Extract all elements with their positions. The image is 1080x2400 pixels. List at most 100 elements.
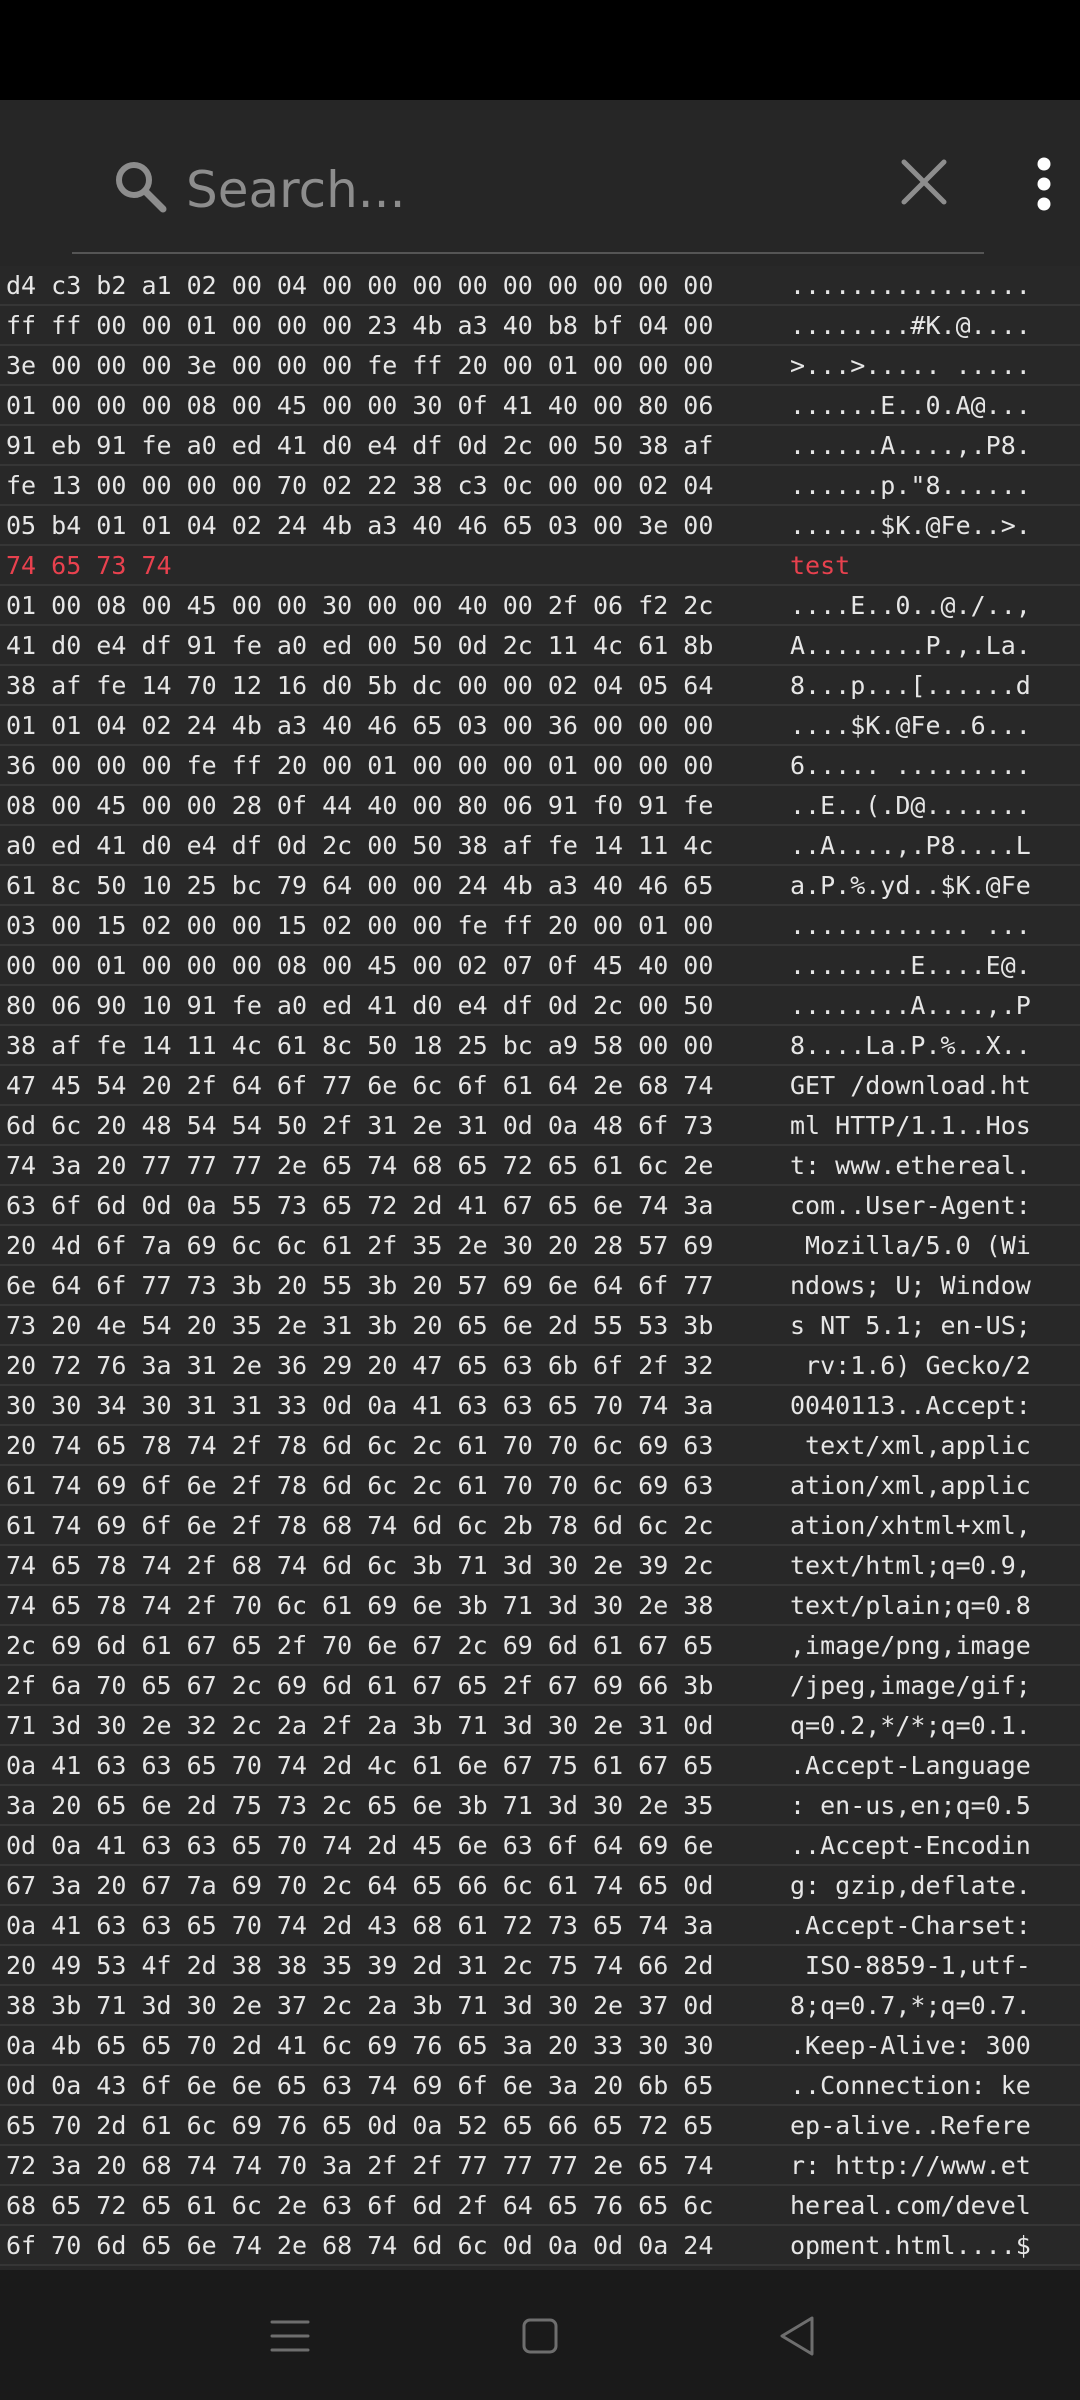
hex-row[interactable]: 08 00 45 00 00 28 0f 44 40 00 80 06 91 f… (0, 786, 1080, 826)
hex-row[interactable]: 72 3a 20 68 74 74 70 3a 2f 2f 77 77 77 2… (0, 2146, 1080, 2186)
hex-row[interactable]: 80 06 90 10 91 fe a0 ed 41 d0 e4 df 0d 2… (0, 986, 1080, 1026)
hex-row[interactable]: 20 72 76 3a 31 2e 36 29 20 47 65 63 6b 6… (0, 1346, 1080, 1386)
hex-bytes: 6f 70 6d 65 6e 74 2e 68 74 6d 6c 0d 0a 0… (6, 2231, 714, 2260)
hex-row[interactable]: 71 3d 30 2e 32 2c 2a 2f 2a 3b 71 3d 30 2… (0, 1706, 1080, 1746)
close-icon[interactable] (898, 156, 950, 208)
hex-row[interactable]: 63 6f 6d 0d 0a 55 73 65 72 2d 41 67 65 6… (0, 1186, 1080, 1226)
hex-bytes: 67 3a 20 67 7a 69 70 2c 64 65 66 6c 61 7… (6, 1871, 714, 1900)
hex-bytes: 0d 0a 41 63 63 65 70 74 2d 45 6e 63 6f 6… (6, 1831, 714, 1860)
hex-row[interactable]: 00 00 01 00 00 00 08 00 45 00 02 07 0f 4… (0, 946, 1080, 986)
ascii-text: ....$K.@Fe..6... (790, 711, 1031, 740)
hex-row[interactable]: 67 3a 20 67 7a 69 70 2c 64 65 66 6c 61 7… (0, 1866, 1080, 1906)
ascii-text: ndows; U; Window (790, 1271, 1031, 1300)
ascii-text: ..Connection: ke (790, 2071, 1031, 2100)
hex-bytes: 01 01 04 02 24 4b a3 40 46 65 03 00 36 0… (6, 711, 714, 740)
search-input[interactable] (186, 150, 866, 230)
hex-row[interactable]: 91 eb 91 fe a0 ed 41 d0 e4 df 0d 2c 00 5… (0, 426, 1080, 466)
hex-row[interactable]: 20 4d 6f 7a 69 6c 6c 61 2f 35 2e 30 20 2… (0, 1226, 1080, 1266)
hex-row[interactable]: 73 20 4e 54 20 35 2e 31 3b 20 65 6e 2d 5… (0, 1306, 1080, 1346)
hex-row[interactable]: 20 49 53 4f 2d 38 38 35 39 2d 31 2c 75 7… (0, 1946, 1080, 1986)
ascii-text: 8;q=0.7,*;q=0.7. (790, 1991, 1031, 2020)
hex-row[interactable]: 74 65 78 74 2f 68 74 6d 6c 3b 71 3d 30 2… (0, 1546, 1080, 1586)
hex-row[interactable]: 3a 20 65 6e 2d 75 73 2c 65 6e 3b 71 3d 3… (0, 1786, 1080, 1826)
search-match-row[interactable]: 74 65 73 74 test (0, 546, 1080, 586)
ascii-text: 0040113..Accept: (790, 1391, 1031, 1420)
ascii-text: >...>..... ..... (790, 351, 1031, 380)
hex-bytes: 41 d0 e4 df 91 fe a0 ed 00 50 0d 2c 11 4… (6, 631, 714, 660)
ascii-text: text/html;q=0.9, (790, 1551, 1031, 1580)
hex-row[interactable]: d4 c3 b2 a1 02 00 04 00 00 00 00 00 00 0… (0, 266, 1080, 306)
hex-bytes: 71 3d 30 2e 32 2c 2a 2f 2a 3b 71 3d 30 2… (6, 1711, 714, 1740)
hex-bytes: 36 00 00 00 fe ff 20 00 01 00 00 00 01 0… (6, 751, 714, 780)
home-icon[interactable] (512, 2308, 568, 2364)
hex-row[interactable]: 3e 00 00 00 3e 00 00 00 fe ff 20 00 01 0… (0, 346, 1080, 386)
hex-bytes: 2f 6a 70 65 67 2c 69 6d 61 67 65 2f 67 6… (6, 1671, 714, 1700)
back-icon[interactable] (770, 2308, 826, 2364)
hex-row[interactable]: 61 74 69 6f 6e 2f 78 68 74 6d 6c 2b 78 6… (0, 1506, 1080, 1546)
ascii-text: A........P.,.La. (790, 631, 1031, 660)
hex-row[interactable]: 41 d0 e4 df 91 fe a0 ed 00 50 0d 2c 11 4… (0, 626, 1080, 666)
hex-row[interactable]: 74 3a 20 77 77 77 2e 65 74 68 65 72 65 6… (0, 1146, 1080, 1186)
ascii-text: text/plain;q=0.8 (790, 1591, 1031, 1620)
hex-bytes: 47 45 54 20 2f 64 6f 77 6e 6c 6f 61 64 2… (6, 1071, 714, 1100)
hex-row[interactable]: 6f 70 6d 65 6e 74 2e 68 74 6d 6c 0d 0a 0… (0, 2226, 1080, 2266)
hex-row[interactable]: 38 af fe 14 70 12 16 d0 5b dc 00 00 02 0… (0, 666, 1080, 706)
hex-row[interactable]: 2c 69 6d 61 67 65 2f 70 6e 67 2c 69 6d 6… (0, 1626, 1080, 1666)
hex-row[interactable]: fe 13 00 00 00 00 70 02 22 38 c3 0c 00 0… (0, 466, 1080, 506)
hex-row[interactable]: 0a 41 63 63 65 70 74 2d 43 68 61 72 73 6… (0, 1906, 1080, 1946)
ascii-text: ISO-8859-1,utf- (790, 1951, 1031, 1980)
hex-row[interactable]: ff ff 00 00 01 00 00 00 23 4b a3 40 b8 b… (0, 306, 1080, 346)
ascii-text: ation/xml,applic (790, 1471, 1031, 1500)
hex-row[interactable]: 0d 0a 43 6f 6e 6e 65 63 74 69 6f 6e 3a 2… (0, 2066, 1080, 2106)
hex-row[interactable]: 03 00 15 02 00 00 15 02 00 00 fe ff 20 0… (0, 906, 1080, 946)
ascii-text: ........E....E@. (790, 951, 1031, 980)
ascii-text: rv:1.6) Gecko/2 (790, 1351, 1031, 1380)
hex-row[interactable]: 01 00 08 00 45 00 00 30 00 00 40 00 2f 0… (0, 586, 1080, 626)
hex-row[interactable]: 74 65 78 74 2f 70 6c 61 69 6e 3b 71 3d 3… (0, 1586, 1080, 1626)
hex-row[interactable]: 0a 41 63 63 65 70 74 2d 4c 61 6e 67 75 6… (0, 1746, 1080, 1786)
hex-row[interactable]: 68 65 72 65 61 6c 2e 63 6f 6d 2f 64 65 7… (0, 2186, 1080, 2226)
ascii-text: .Accept-Language (790, 1751, 1031, 1780)
hex-bytes: 2c 69 6d 61 67 65 2f 70 6e 67 2c 69 6d 6… (6, 1631, 714, 1660)
hex-bytes: 63 6f 6d 0d 0a 55 73 65 72 2d 41 67 65 6… (6, 1191, 714, 1220)
ascii-text: ..A....,.P8....L (790, 831, 1031, 860)
ascii-text: Mozilla/5.0 (Wi (790, 1231, 1031, 1260)
hex-row[interactable]: 65 70 2d 61 6c 69 76 65 0d 0a 52 65 66 6… (0, 2106, 1080, 2146)
hex-bytes: fe 13 00 00 00 00 70 02 22 38 c3 0c 00 0… (6, 471, 714, 500)
hex-row[interactable]: 61 8c 50 10 25 bc 79 64 00 00 24 4b a3 4… (0, 866, 1080, 906)
hex-bytes: 0d 0a 43 6f 6e 6e 65 63 74 69 6f 6e 3a 2… (6, 2071, 714, 2100)
hex-row[interactable]: 36 00 00 00 fe ff 20 00 01 00 00 00 01 0… (0, 746, 1080, 786)
hex-row[interactable]: 6d 6c 20 48 54 54 50 2f 31 2e 31 0d 0a 4… (0, 1106, 1080, 1146)
hex-bytes: 0a 41 63 63 65 70 74 2d 4c 61 6e 67 75 6… (6, 1751, 714, 1780)
search-icon[interactable] (112, 158, 168, 214)
hex-row[interactable]: 20 74 65 78 74 2f 78 6d 6c 2c 61 70 70 6… (0, 1426, 1080, 1466)
hex-row[interactable]: 30 30 34 30 31 31 33 0d 0a 41 63 63 65 7… (0, 1386, 1080, 1426)
hex-row[interactable]: 05 b4 01 01 04 02 24 4b a3 40 46 65 03 0… (0, 506, 1080, 546)
hex-bytes: 0a 4b 65 65 70 2d 41 6c 69 76 65 3a 20 3… (6, 2031, 714, 2060)
hex-row[interactable]: 0a 4b 65 65 70 2d 41 6c 69 76 65 3a 20 3… (0, 2026, 1080, 2066)
ascii-text: hereal.com/devel (790, 2191, 1031, 2220)
hex-bytes: 6d 6c 20 48 54 54 50 2f 31 2e 31 0d 0a 4… (6, 1111, 714, 1140)
ascii-text: ,image/png,image (790, 1631, 1031, 1660)
hex-bytes: 01 00 00 00 08 00 45 00 00 30 0f 41 40 0… (6, 391, 714, 420)
hex-row[interactable]: 38 af fe 14 11 4c 61 8c 50 18 25 bc a9 5… (0, 1026, 1080, 1066)
hex-row[interactable]: 47 45 54 20 2f 64 6f 77 6e 6c 6f 61 64 2… (0, 1066, 1080, 1106)
status-bar (0, 0, 1080, 100)
hex-row[interactable]: 38 3b 71 3d 30 2e 37 2c 2a 3b 71 3d 30 2… (0, 1986, 1080, 2026)
hex-row[interactable]: 2f 6a 70 65 67 2c 69 6d 61 67 65 2f 67 6… (0, 1666, 1080, 1706)
hex-row[interactable]: 6e 64 6f 77 73 3b 20 55 3b 20 57 69 6e 6… (0, 1266, 1080, 1306)
hex-row[interactable]: 01 01 04 02 24 4b a3 40 46 65 03 00 36 0… (0, 706, 1080, 746)
hex-row[interactable]: 0d 0a 41 63 63 65 70 74 2d 45 6e 63 6f 6… (0, 1826, 1080, 1866)
hex-row[interactable]: a0 ed 41 d0 e4 df 0d 2c 00 50 38 af fe 1… (0, 826, 1080, 866)
hex-row[interactable]: 61 74 69 6f 6e 2f 78 6d 6c 2c 61 70 70 6… (0, 1466, 1080, 1506)
hex-row[interactable]: 01 00 00 00 08 00 45 00 00 30 0f 41 40 0… (0, 386, 1080, 426)
ascii-text: ......p."8...... (790, 471, 1031, 500)
hex-bytes: 20 74 65 78 74 2f 78 6d 6c 2c 61 70 70 6… (6, 1431, 714, 1460)
more-vert-icon[interactable] (1024, 156, 1064, 212)
ascii-text: test (790, 551, 851, 580)
hex-bytes: 20 72 76 3a 31 2e 36 29 20 47 65 63 6b 6… (6, 1351, 714, 1380)
hex-view[interactable]: d4 c3 b2 a1 02 00 04 00 00 00 00 00 00 0… (0, 266, 1080, 2270)
ascii-text: opment.html....$ (790, 2231, 1031, 2260)
menu-icon[interactable] (262, 2308, 318, 2364)
hex-bytes: 38 3b 71 3d 30 2e 37 2c 2a 3b 71 3d 30 2… (6, 1991, 714, 2020)
